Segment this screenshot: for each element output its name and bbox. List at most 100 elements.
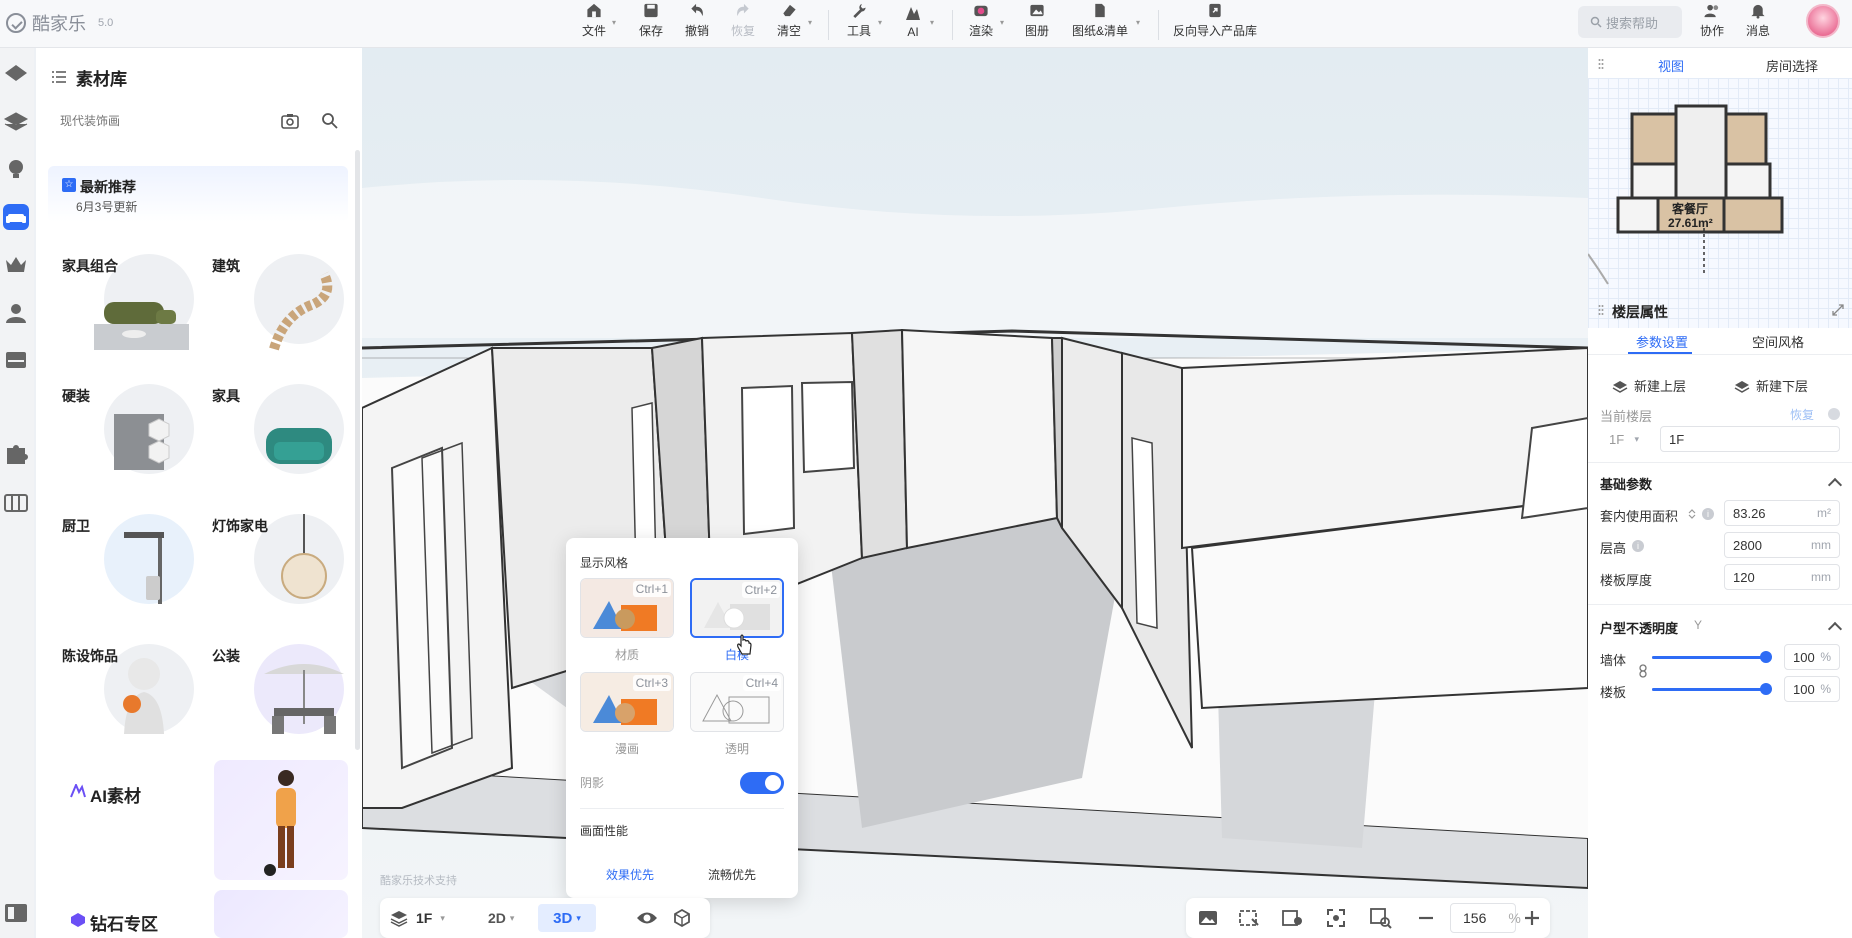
perf-smooth-option[interactable]: 流畅优先 (708, 866, 756, 883)
wall-opacity-input[interactable]: 100% (1784, 644, 1840, 670)
shadow-label: 阴影 (580, 776, 605, 790)
category-hard-decor[interactable]: 硬装 (48, 374, 198, 494)
help-search[interactable]: 搜索帮助 (1578, 6, 1682, 38)
layers-icon[interactable] (3, 108, 29, 134)
shadow-toggle[interactable] (740, 772, 784, 794)
cabinet-icon[interactable] (3, 348, 29, 374)
category-decor-items[interactable]: 陈设饰品 (48, 634, 198, 754)
category-architecture[interactable]: 建筑 (198, 244, 348, 364)
floor-level-select[interactable]: 1F ▾ (1600, 426, 1648, 452)
undo-button[interactable]: 撤销 (684, 2, 710, 46)
tab-view[interactable]: 视图 (1658, 56, 1684, 75)
link-icon[interactable] (1638, 664, 1648, 678)
drawings-button[interactable]: 图纸&清单 ▾ (1070, 2, 1140, 46)
wall-opacity-slider[interactable] (1652, 651, 1772, 663)
category-lighting-appliance[interactable]: 灯饰家电 (198, 504, 348, 624)
floor-name-input[interactable]: 1F (1660, 426, 1840, 452)
file-button[interactable]: 文件 ▾ (582, 2, 616, 46)
save-button[interactable]: 保存 (638, 2, 664, 46)
collapse-chevron-icon[interactable] (1827, 477, 1843, 493)
floor-opacity-slider[interactable] (1652, 683, 1772, 695)
style-tile-material[interactable]: Ctrl+1 (580, 578, 674, 638)
sort-icon[interactable] (1688, 508, 1696, 520)
tab-params[interactable]: 参数设置 (1636, 332, 1688, 351)
height-input[interactable]: 2800 mm (1724, 532, 1840, 558)
material-search-input[interactable] (48, 114, 248, 128)
minus-icon (1419, 916, 1433, 920)
drag-handle-icon[interactable] (1598, 58, 1604, 70)
redo-button[interactable]: 恢复 (730, 2, 756, 46)
new-upper-floor-button[interactable]: 新建上层 (1612, 376, 1686, 395)
tools-button[interactable]: 工具 ▾ (846, 2, 882, 46)
clear-button[interactable]: 清空 ▾ (776, 2, 812, 46)
category-kitchen-bath[interactable]: 厨卫 (48, 504, 198, 624)
view-settings-button[interactable] (1282, 898, 1304, 938)
expand-icon[interactable] (1832, 304, 1844, 316)
fit-view-button[interactable] (1326, 898, 1346, 938)
style-tile-cartoon[interactable]: Ctrl+3 (580, 672, 674, 732)
cube-view-button[interactable] (672, 898, 692, 938)
drag-handle-icon[interactable] (1598, 304, 1604, 316)
app-logo[interactable]: 酷家乐 5.0 (6, 10, 113, 36)
lightbulb-icon[interactable] (3, 156, 29, 182)
3d-scene[interactable] (362, 48, 1588, 938)
latest-recommend-banner[interactable]: ☆ 最新推荐 6月3号更新 (48, 166, 348, 222)
inner-area-input[interactable]: 83.26 m² (1724, 500, 1840, 526)
panel-scrollbar[interactable] (355, 150, 360, 750)
slab-thickness-input[interactable]: 120 mm (1724, 564, 1840, 590)
3d-viewport[interactable]: 酷家乐技术支持 (362, 48, 1588, 938)
category-furniture[interactable]: 家具 (198, 374, 348, 494)
render-button[interactable]: 渲染 ▾ (968, 2, 1004, 46)
region-select-button[interactable] (1238, 898, 1260, 938)
save-icon (644, 3, 658, 18)
tab-room-select[interactable]: 房间选择 (1766, 56, 1818, 75)
minimap-room-area: 27.61m² (1668, 216, 1713, 230)
floor-selector[interactable]: 1F ▾ (390, 898, 445, 938)
screenshot-button[interactable] (1198, 898, 1218, 938)
diamond-zone-card[interactable]: 钻石专区 (48, 890, 348, 938)
style-name: 透明 (724, 742, 749, 756)
shortcut-label: Ctrl+4 (742, 675, 781, 691)
floor-opacity-input[interactable]: 100% (1784, 676, 1840, 702)
search-icon[interactable] (320, 111, 340, 131)
panel-header: 素材库 (36, 62, 362, 92)
eye-icon (637, 912, 657, 924)
category-furniture-set[interactable]: 家具组合 (48, 244, 198, 364)
camera-search-icon[interactable] (280, 111, 300, 131)
puzzle-icon[interactable] (3, 442, 29, 468)
new-lower-floor-button[interactable]: 新建下层 (1734, 376, 1808, 395)
floorplan-icon[interactable] (3, 60, 29, 86)
style-tile-transparent[interactable]: Ctrl+4 (690, 672, 784, 732)
user-avatar[interactable] (1806, 4, 1840, 38)
ai-button[interactable]: AI ▾ (902, 2, 934, 46)
tab-space-style[interactable]: 空间风格 (1752, 332, 1804, 351)
user-icon[interactable] (3, 300, 29, 326)
wardrobe-icon[interactable] (3, 490, 29, 516)
category-commercial[interactable]: 公装 (198, 634, 348, 754)
reverse-import-button[interactable]: 反向导入产品库 (1172, 2, 1258, 46)
perf-quality-option[interactable]: 效果优先 (606, 866, 654, 883)
floorplan-minimap[interactable]: 客餐厅 27.61m² (1587, 78, 1852, 328)
collapse-chevron-icon[interactable] (1827, 621, 1843, 637)
zoom-search-button[interactable] (1370, 898, 1392, 938)
sofa-icon[interactable] (3, 204, 29, 230)
zoom-level-input[interactable]: 156 % (1450, 903, 1521, 933)
right-panel: 视图 房间选择 客餐厅 27.61m² 楼层属性 参数设置 空间风格 新建上层 … (1587, 48, 1852, 938)
list-icon[interactable] (52, 71, 66, 83)
style-tile-white-model[interactable]: Ctrl+2 (690, 578, 784, 638)
sidebar-toggle-icon[interactable] (3, 900, 29, 926)
region-icon (1239, 910, 1259, 926)
collab-button[interactable]: 协作 (1698, 2, 1726, 46)
ai-logo-icon (70, 784, 86, 798)
visibility-button[interactable] (636, 898, 658, 938)
zoom-out-button[interactable] (1418, 898, 1434, 938)
search-icon (1590, 16, 1602, 28)
mode-2d-button[interactable]: 2D ▾ (488, 898, 514, 938)
messages-button[interactable]: 消息 (1744, 2, 1772, 46)
restore-link[interactable]: 恢复 (1790, 406, 1814, 423)
ai-material-card[interactable]: AI素材 (48, 760, 348, 880)
zoom-in-button[interactable] (1524, 898, 1540, 938)
crown-icon[interactable] (3, 252, 29, 278)
mode-3d-button[interactable]: 3D ▾ (538, 904, 596, 932)
album-button[interactable]: 图册 (1024, 2, 1050, 46)
